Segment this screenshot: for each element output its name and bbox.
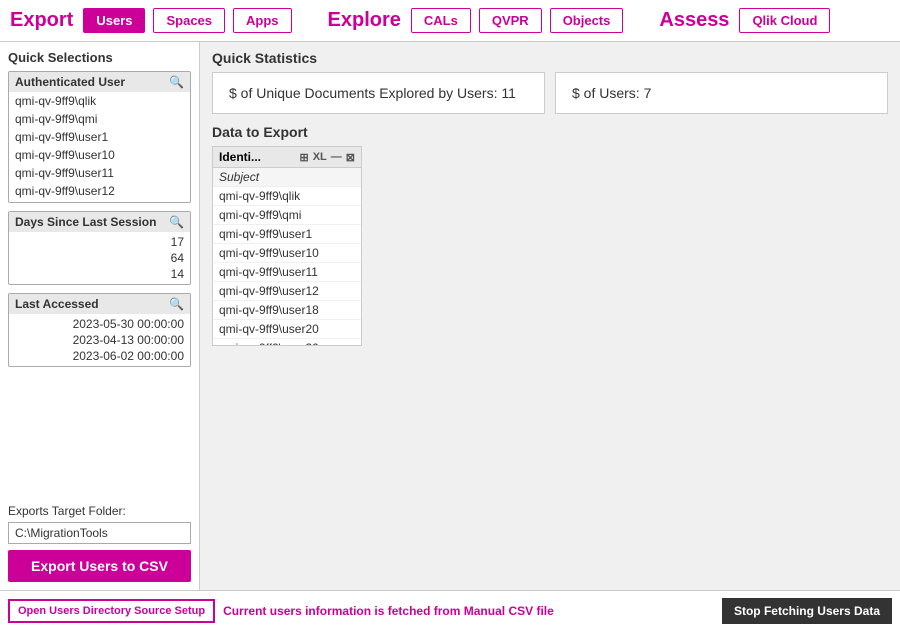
last-accessed-search-icon[interactable]: 🔍	[169, 297, 184, 311]
last-accessed-content: 2023-05-30 00:00:002023-04-13 00:00:0020…	[9, 314, 190, 366]
days-item[interactable]: 17	[15, 234, 184, 250]
data-export-section: Data to Export Identi... ⊞ XL — ⊠ Subjec…	[212, 124, 888, 582]
status-text: Current users information is fetched fro…	[223, 604, 714, 618]
days-since-last-session-box: Days Since Last Session 🔍 176414	[8, 211, 191, 285]
assess-section-label: Assess	[659, 9, 729, 32]
table-row[interactable]: qmi-qv-9ff9\qmi	[213, 206, 361, 225]
stop-fetching-button[interactable]: Stop Fetching Users Data	[722, 598, 892, 624]
days-item[interactable]: 64	[15, 250, 184, 266]
quick-stats-title: Quick Statistics	[212, 50, 888, 66]
table-row[interactable]: qmi-qv-9ff9\user10	[213, 244, 361, 263]
bottom-bar: Open Users Directory Source Setup Curren…	[0, 590, 900, 630]
last-accessed-header: Last Accessed 🔍	[9, 294, 190, 314]
table-icon-close[interactable]: ⊠	[346, 151, 355, 164]
right-panel: Quick Statistics $ of Unique Documents E…	[200, 42, 900, 590]
auth-user-filter-box: Authenticated User 🔍 qmi-qv-9ff9\qlikqmi…	[8, 71, 191, 203]
exports-target-label: Exports Target Folder:	[8, 504, 191, 518]
stat-unique-docs: $ of Unique Documents Explored by Users:…	[212, 72, 545, 114]
explore-section-label: Explore	[328, 9, 401, 32]
objects-nav-btn[interactable]: Objects	[550, 8, 624, 33]
data-export-title: Data to Export	[212, 124, 888, 140]
main-area: Quick Selections Authenticated User 🔍 qm…	[0, 42, 900, 590]
table-icon-grid[interactable]: ⊞	[300, 151, 309, 164]
data-table-header: Identi... ⊞ XL — ⊠	[213, 147, 361, 168]
auth-user-item[interactable]: qmi-qv-9ff9\user1	[9, 128, 190, 146]
table-icon-group: ⊞ XL — ⊠	[300, 151, 356, 164]
table-row[interactable]: qmi-qv-9ff9\user20	[213, 320, 361, 339]
days-since-header: Days Since Last Session 🔍	[9, 212, 190, 232]
days-since-content: 176414	[9, 232, 190, 284]
left-panel: Quick Selections Authenticated User 🔍 qm…	[0, 42, 200, 590]
table-col-label: Identi...	[219, 150, 261, 164]
accessed-item[interactable]: 2023-05-30 00:00:00	[15, 316, 184, 332]
last-accessed-label: Last Accessed	[15, 297, 99, 311]
auth-user-filter-content: qmi-qv-9ff9\qlikqmi-qv-9ff9\qmiqmi-qv-9f…	[9, 92, 190, 202]
spaces-nav-btn[interactable]: Spaces	[153, 8, 225, 33]
auth-user-item[interactable]: qmi-qv-9ff9\qmi	[9, 110, 190, 128]
auth-user-item[interactable]: qmi-qv-9ff9\user11	[9, 164, 190, 182]
export-users-csv-button[interactable]: Export Users to CSV	[8, 550, 191, 582]
apps-nav-btn[interactable]: Apps	[233, 8, 292, 33]
open-users-directory-button[interactable]: Open Users Directory Source Setup	[8, 599, 215, 623]
days-item[interactable]: 14	[15, 266, 184, 282]
accessed-item[interactable]: 2023-06-02 00:00:00	[15, 348, 184, 364]
stats-row: $ of Unique Documents Explored by Users:…	[212, 72, 888, 114]
data-table-subheader: Subject	[213, 168, 361, 187]
auth-user-item[interactable]: qmi-qv-9ff9\user18	[9, 200, 190, 202]
table-row[interactable]: qmi-qv-9ff9\qlik	[213, 187, 361, 206]
data-rows-list: qmi-qv-9ff9\qlikqmi-qv-9ff9\qmiqmi-qv-9f…	[213, 187, 361, 346]
qlik-cloud-nav-btn[interactable]: Qlik Cloud	[739, 8, 830, 33]
table-row[interactable]: qmi-qv-9ff9\user11	[213, 263, 361, 282]
exports-folder-input[interactable]	[8, 522, 191, 544]
table-icon-xl[interactable]: XL	[313, 151, 327, 164]
last-accessed-box: Last Accessed 🔍 2023-05-30 00:00:002023-…	[8, 293, 191, 367]
accessed-item[interactable]: 2023-04-13 00:00:00	[15, 332, 184, 348]
status-link[interactable]: Manual CSV file	[464, 604, 554, 618]
auth-user-item[interactable]: qmi-qv-9ff9\user10	[9, 146, 190, 164]
days-since-label: Days Since Last Session	[15, 215, 156, 229]
auth-user-label: Authenticated User	[15, 75, 125, 89]
days-since-search-icon[interactable]: 🔍	[169, 215, 184, 229]
auth-user-item[interactable]: qmi-qv-9ff9\qlik	[9, 92, 190, 110]
table-row[interactable]: qmi-qv-9ff9\user1	[213, 225, 361, 244]
auth-user-filter-header: Authenticated User 🔍	[9, 72, 190, 92]
auth-user-item[interactable]: qmi-qv-9ff9\user12	[9, 182, 190, 200]
export-section-label: Export	[10, 9, 73, 32]
quick-selections-title: Quick Selections	[8, 50, 191, 65]
table-row[interactable]: qmi-qv-9ff9\user18	[213, 301, 361, 320]
table-row[interactable]: qmi-qv-9ff9\user12	[213, 282, 361, 301]
qvpr-nav-btn[interactable]: QVPR	[479, 8, 542, 33]
users-nav-btn[interactable]: Users	[83, 8, 145, 33]
auth-user-search-icon[interactable]: 🔍	[169, 75, 184, 89]
status-prefix: Current users information is fetched fro…	[223, 604, 464, 618]
table-row[interactable]: qmi-qv-9ff9\user30	[213, 339, 361, 346]
top-navigation: Export Users Spaces Apps Explore CALs QV…	[0, 0, 900, 42]
quick-statistics-section: Quick Statistics $ of Unique Documents E…	[212, 50, 888, 114]
stat-users: $ of Users: 7	[555, 72, 888, 114]
table-icon-minus[interactable]: —	[331, 151, 342, 164]
cals-nav-btn[interactable]: CALs	[411, 8, 471, 33]
data-table-container: Identi... ⊞ XL — ⊠ Subject qmi-qv-9ff9\q…	[212, 146, 362, 346]
